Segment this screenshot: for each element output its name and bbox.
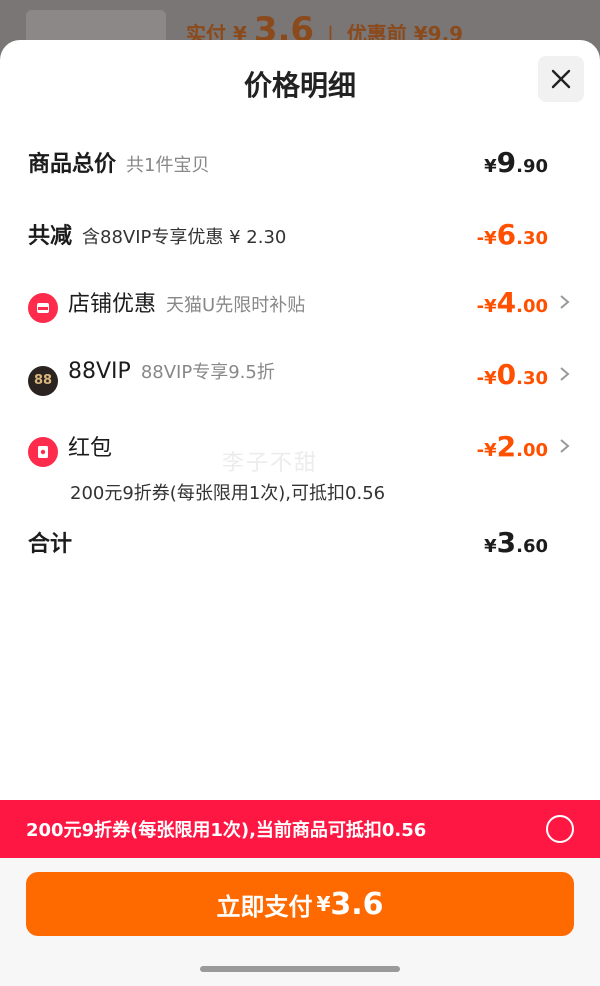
coupon-radio[interactable] xyxy=(546,815,574,843)
total-label: 商品总价 xyxy=(28,152,117,177)
vip-amount: -¥0.30 xyxy=(476,358,548,391)
row-discount-total: 共减 含88VIP专享优惠 ¥ 2.30 -¥6.30 xyxy=(28,218,572,258)
vip-label: 88VIP xyxy=(68,359,131,384)
discount-total-amount: -¥6.30 xyxy=(476,218,548,251)
total-amount: ¥9.90 xyxy=(484,146,548,179)
pay-area: 立即支付 ¥ 3.6 xyxy=(0,858,600,986)
vip-sub: 88VIP专享9.5折 xyxy=(140,362,275,383)
pay-button-value: 3.6 xyxy=(330,886,384,922)
store-sub: 天猫U先限时补贴 xyxy=(166,295,306,316)
coupon-banner-text: 200元9折券(每张限用1次),当前商品可抵扣0.56 xyxy=(26,820,427,841)
discount-total-sub: 含88VIP专享优惠 ¥ 2.30 xyxy=(82,227,287,248)
88vip-icon: 88 xyxy=(28,365,58,396)
chevron-right-icon xyxy=(558,364,572,384)
store-label: 店铺优惠 xyxy=(68,292,157,317)
red-packet-desc: 200元9折券(每张限用1次),可抵扣0.56 xyxy=(70,483,386,504)
red-packet-icon xyxy=(28,437,58,467)
home-indicator[interactable] xyxy=(200,966,400,972)
discount-total-label: 共减 xyxy=(28,224,73,249)
row-total: 商品总价 共1件宝贝 ¥9.90 xyxy=(28,146,572,186)
close-icon xyxy=(551,69,571,89)
total-sub: 共1件宝贝 xyxy=(126,155,210,176)
row-88vip-discount[interactable]: 88 88VIP 88VIP专享9.5折 -¥0.30 xyxy=(28,358,572,398)
sum-amount: ¥3.60 xyxy=(484,526,548,559)
store-amount: -¥4.00 xyxy=(476,286,548,319)
coupon-banner[interactable]: 200元9折券(每张限用1次),当前商品可抵扣0.56 xyxy=(0,800,600,858)
pay-now-button[interactable]: 立即支付 ¥ 3.6 xyxy=(26,872,574,936)
red-packet-label: 红包 xyxy=(68,436,113,461)
sum-label: 合计 xyxy=(28,532,73,557)
pay-button-currency: ¥ xyxy=(316,892,331,916)
sheet-title: 价格明细 xyxy=(243,69,356,102)
chevron-right-icon xyxy=(558,292,572,312)
red-packet-amount: -¥2.00 xyxy=(476,430,548,463)
watermark: 李子不甜 xyxy=(222,451,319,476)
close-button[interactable] xyxy=(538,56,584,102)
row-sum: 合计 ¥3.60 xyxy=(28,526,572,566)
store-icon xyxy=(28,293,58,323)
price-detail-sheet: 价格明细 商品总价 共1件宝贝 ¥9.90 共减 含88VIP专享优惠 ¥ 2.… xyxy=(0,40,600,986)
row-store-discount[interactable]: 店铺优惠 天猫U先限时补贴 -¥4.00 xyxy=(28,286,572,326)
pay-button-label: 立即支付 xyxy=(216,892,313,921)
chevron-right-icon xyxy=(558,436,572,456)
